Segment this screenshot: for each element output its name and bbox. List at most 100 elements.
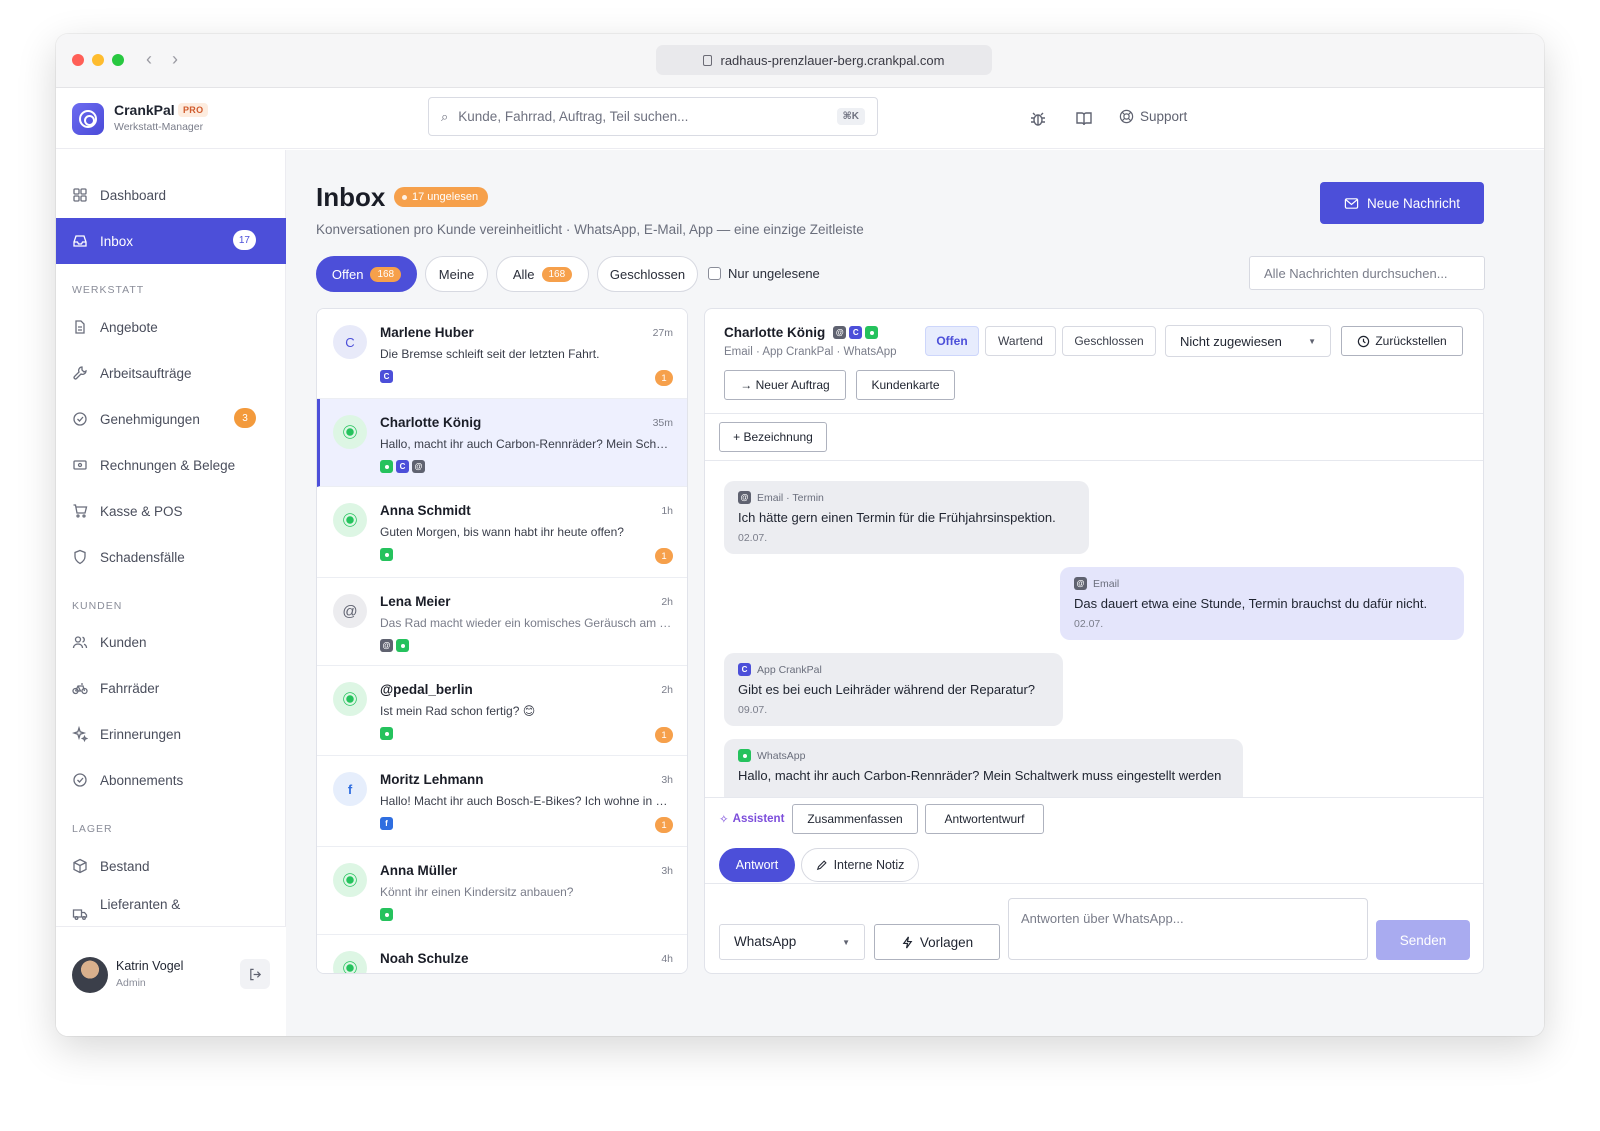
sparkle-icon	[72, 726, 88, 742]
contact-name: Moritz Lehmann	[380, 772, 484, 787]
conversation-row[interactable]: Anna Müller 3h Könnt ihr einen Kindersit…	[317, 847, 687, 935]
status-offen-button[interactable]: Offen	[925, 326, 979, 356]
message-bubble-incoming: WhatsApp Hallo, macht ihr auch Carbon-Re…	[724, 739, 1243, 797]
tab-reply[interactable]: Antwort	[719, 848, 795, 882]
conversation-row-selected[interactable]: Charlotte König 35m Hallo, macht ihr auc…	[317, 399, 687, 487]
templates-button[interactable]: Vorlagen	[874, 924, 1000, 960]
logout-button[interactable]	[240, 959, 270, 989]
whatsapp-avatar-icon	[333, 503, 367, 537]
reply-channel-select[interactable]: WhatsApp ▼	[719, 924, 865, 960]
status-geschlossen-button[interactable]: Geschlossen	[1062, 326, 1156, 356]
support-label: Support	[1140, 109, 1188, 124]
forward-icon[interactable]: ›	[172, 48, 178, 70]
sidebar-item-arbeitsauftraege[interactable]: Arbeitsaufträge	[56, 350, 286, 396]
message-text: Hallo, macht ihr auch Carbon-Rennräder? …	[738, 768, 1222, 783]
back-icon[interactable]: ‹	[146, 48, 152, 70]
detail-contact: Charlotte König @ C	[724, 325, 879, 340]
message-text: Das dauert etwa eine Stunde, Termin brau…	[1074, 596, 1428, 611]
message-search-input[interactable]: Alle Nachrichten durchsuchen...	[1249, 256, 1485, 290]
sidebar-item-abonnements[interactable]: Abonnements	[56, 757, 286, 803]
sidebar-item-label: Kunden	[100, 634, 147, 650]
minimize-window-button[interactable]	[92, 54, 104, 66]
sidebar-item-schadensfaelle[interactable]: Schadensfälle	[56, 534, 286, 580]
maximize-window-button[interactable]	[112, 54, 124, 66]
filter-offen[interactable]: Offen 168	[316, 256, 417, 292]
bug-icon[interactable]	[1028, 109, 1048, 129]
customer-card-button[interactable]: Kundenkarte	[856, 370, 955, 400]
tab-internal-note[interactable]: Interne Notiz	[801, 848, 919, 882]
sidebar-item-genehmigungen[interactable]: Genehmigungen 3	[56, 396, 286, 442]
message-preview: Hallo, macht ihr auch Carbon-Rennräder? …	[380, 437, 674, 451]
app-header: CrankPal PRO Werkstatt-Manager ⌕ Kunde, …	[56, 89, 1544, 149]
contact-name: Lena Meier	[380, 594, 451, 609]
support-link[interactable]: Support	[1119, 109, 1187, 124]
conversation-row[interactable]: Noah Schulze 4h	[317, 935, 687, 973]
sidebar-item-inbox[interactable]: Inbox 17	[56, 218, 286, 264]
sidebar-item-bestand[interactable]: Bestand	[56, 843, 286, 889]
sidebar-item-lieferanten[interactable]: Lieferanten &	[56, 889, 286, 925]
reply-channel-value: WhatsApp	[734, 934, 797, 949]
sidebar-item-erinnerungen[interactable]: Erinnerungen	[56, 711, 286, 757]
sidebar-item-label: Erinnerungen	[100, 726, 182, 742]
sidebar-item-label: Genehmigungen	[100, 411, 200, 427]
draft-reply-button[interactable]: Antwortentwurf	[925, 804, 1044, 834]
assignee-value: Nicht zugewiesen	[1180, 334, 1282, 349]
global-search[interactable]: ⌕ Kunde, Fahrrad, Auftrag, Teil suchen..…	[428, 97, 878, 136]
status-wartend-button[interactable]: Wartend	[985, 326, 1056, 356]
sidebar-item-kasse-pos[interactable]: Kasse & POS	[56, 488, 286, 534]
app-name: CrankPal	[114, 102, 175, 118]
message-bubble-outgoing: @ Email Das dauert etwa eine Stunde, Term…	[1060, 567, 1464, 640]
conversation-row[interactable]: f Moritz Lehmann 3h Hallo! Macht ihr auc…	[317, 756, 687, 847]
pro-badge: PRO	[178, 103, 209, 117]
detail-channels: Email · App CrankPal · WhatsApp	[724, 346, 897, 358]
message-time: 4h	[661, 953, 673, 965]
contact-name: @pedal_berlin	[380, 682, 473, 697]
snooze-button[interactable]: Zurückstellen	[1341, 326, 1463, 356]
filter-meine[interactable]: Meine	[425, 256, 488, 292]
users-icon	[72, 636, 88, 649]
assistant-label: ✧ Assistent	[719, 812, 784, 826]
sparkle-icon: ✧	[719, 814, 729, 826]
sidebar-item-kunden[interactable]: Kunden	[56, 619, 286, 665]
message-time: 1h	[661, 505, 673, 517]
facebook-avatar-icon: f	[333, 772, 367, 806]
sidebar-item-label: Schadensfälle	[100, 549, 185, 565]
checkbox-box[interactable]	[708, 267, 721, 280]
unread-only-checkbox[interactable]: Nur ungelesene	[708, 266, 820, 281]
conversation-detail: Charlotte König @ C Email · App CrankPal …	[704, 308, 1484, 974]
sidebar-item-rechnungen[interactable]: Rechnungen & Belege	[56, 442, 286, 488]
new-order-button[interactable]: → Neuer Auftrag	[724, 370, 846, 400]
new-message-button[interactable]: Neue Nachricht	[1320, 182, 1484, 224]
app-channel-icon: C	[380, 370, 393, 383]
conversation-row[interactable]: Anna Schmidt 1h Guten Morgen, bis wann h…	[317, 487, 687, 578]
reply-textarea[interactable]: Antworten über WhatsApp...	[1008, 898, 1368, 960]
message-bubble-incoming: C App CrankPal Gibt es bei euch Leihräder…	[724, 653, 1063, 726]
send-button[interactable]: Senden	[1376, 920, 1470, 960]
sidebar-item-angebote[interactable]: Angebote	[56, 304, 286, 350]
conversation-row[interactable]: C Marlene Huber 27m Die Bremse schleift …	[317, 309, 687, 399]
detail-contact-name: Charlotte König	[724, 325, 826, 340]
filter-alle[interactable]: Alle 168	[496, 256, 589, 292]
assignee-select[interactable]: Nicht zugewiesen ▼	[1165, 325, 1331, 357]
page-title: Inbox	[316, 182, 386, 212]
browser-window: ‹ › radhaus-prenzlauer-berg.crankpal.com…	[56, 34, 1544, 1036]
filter-geschlossen[interactable]: Geschlossen	[597, 256, 698, 292]
inbox-icon	[73, 235, 87, 247]
main-content: Inbox 17 ungelesen Konversationen pro Ku…	[286, 150, 1544, 1036]
conversation-row[interactable]: @ Lena Meier 2h Das Rad macht wieder ein…	[317, 578, 687, 666]
contact-name: Anna Schmidt	[380, 503, 471, 518]
checkbox-label: Nur ungelesene	[728, 266, 820, 281]
sidebar-item-dashboard[interactable]: Dashboard	[56, 172, 286, 218]
approvals-count-badge: 3	[234, 408, 256, 428]
add-label-button[interactable]: + Bezeichnung	[719, 422, 827, 452]
close-window-button[interactable]	[72, 54, 84, 66]
filter-label: Offen	[331, 266, 364, 282]
summarize-button[interactable]: Zusammenfassen	[792, 804, 918, 834]
book-icon[interactable]	[1074, 109, 1094, 129]
url-text: radhaus-prenzlauer-berg.crankpal.com	[720, 52, 945, 68]
crankpal-logo-icon[interactable]	[72, 103, 104, 135]
avatar[interactable]	[72, 957, 108, 993]
conversation-row[interactable]: @pedal_berlin 2h Ist mein Rad schon fert…	[317, 666, 687, 756]
address-bar[interactable]: radhaus-prenzlauer-berg.crankpal.com	[656, 45, 992, 75]
sidebar-item-fahrraeder[interactable]: Fahrräder	[56, 665, 286, 711]
